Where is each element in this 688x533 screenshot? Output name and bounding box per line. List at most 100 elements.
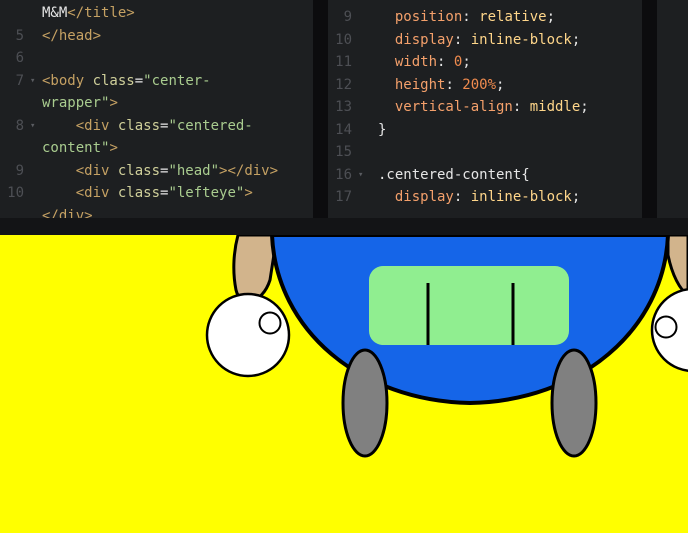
left-eye (205, 292, 291, 378)
code-token: ; (462, 54, 471, 70)
mm-character (205, 235, 688, 458)
code-token: "lefteye" (168, 185, 245, 201)
line-number: 8 (15, 117, 24, 134)
left-pupil (258, 311, 282, 335)
left-foot (341, 348, 389, 458)
line-number: 10 (335, 31, 352, 48)
css-code-line: 9 position: relative; (328, 6, 642, 29)
line-number: 7 (15, 72, 24, 89)
line-number: 9 (343, 9, 352, 25)
line-number: 14 (335, 121, 352, 138)
resize-divider[interactable] (0, 218, 688, 235)
css-code-line: 11 width: 0; (328, 51, 642, 74)
code-token: M&M (42, 5, 68, 21)
code-text: .centered-content{ (378, 164, 530, 187)
css-editor-pane[interactable]: 9 position: relative; 10 display: inline-… (328, 0, 642, 218)
html-code-line: M&M</title> (0, 2, 313, 25)
js-editor-pane[interactable] (657, 0, 688, 218)
fold-arrow-icon[interactable]: ▾ (358, 164, 363, 187)
line-number: 15 (335, 144, 352, 160)
code-token: inline-block (470, 189, 572, 205)
code-token: : (445, 76, 463, 93)
code-token: : (453, 31, 471, 48)
code-text: M&M</title> (42, 2, 135, 25)
code-token: > (244, 185, 253, 201)
code-text: <div class="head"></div> (42, 160, 278, 183)
code-token: position (378, 9, 463, 25)
code-token: : (437, 54, 454, 70)
code-text: </head> (42, 25, 101, 48)
fold-arrow-icon[interactable]: ▾ (30, 70, 35, 93)
code-token: : (462, 9, 480, 25)
right-arm (666, 235, 688, 297)
html-code-line: content"> (0, 137, 313, 160)
code-token: display (378, 31, 454, 48)
code-token: content" (42, 140, 110, 156)
css-code-line: 17 display: inline-block; (328, 186, 642, 209)
code-token: class (117, 117, 161, 134)
code-token: inline-block (470, 31, 572, 48)
html-code-line: 5 </head> (0, 25, 313, 48)
code-token: } (378, 121, 387, 138)
code-token: ; (571, 189, 581, 205)
css-code-line: 16 ▾ .centered-content{ (328, 164, 642, 187)
code-token: wrapper" (42, 95, 110, 111)
preview-pane (0, 235, 688, 533)
right-pupil (654, 315, 678, 339)
line-number: 9 (15, 162, 24, 179)
html-code-line: wrapper"> (0, 92, 313, 115)
code-token: </title> (67, 5, 135, 21)
code-text: wrapper"> (42, 92, 118, 115)
code-token: </div> (42, 207, 93, 219)
css-code-line: 12 height: 200%; (328, 74, 642, 97)
code-token: relative (479, 9, 547, 25)
code-text: vertical-align: middle; (378, 96, 589, 119)
code-token: <div (42, 117, 118, 134)
code-token: = (134, 72, 144, 89)
code-token: ; (571, 31, 581, 48)
code-text: <div class="centered- (42, 115, 253, 138)
code-token: 200% (462, 76, 497, 93)
mm-visor (369, 266, 569, 345)
code-token: </head> (42, 27, 102, 44)
html-editor-pane[interactable]: M&M</title> 5 </head> 6 7 ▾ <body class="cente… (0, 0, 313, 218)
fold-arrow-icon[interactable]: ▾ (30, 115, 35, 138)
code-text: height: 200%; (378, 74, 505, 97)
code-text: position: relative; (378, 6, 555, 29)
line-number: 11 (335, 54, 352, 70)
code-text: display: inline-block; (378, 29, 580, 52)
code-token: "head" (168, 162, 220, 179)
code-token: : (453, 189, 471, 205)
code-token: middle (529, 99, 581, 115)
code-token: <body (42, 72, 93, 89)
code-token: > (109, 95, 118, 111)
code-text: width: 0; (378, 51, 471, 74)
code-token: "center- (143, 72, 211, 89)
line-number: 16 (335, 166, 352, 183)
code-text: <div class="lefteye"> (42, 182, 253, 205)
code-text: content"> (42, 137, 118, 160)
css-code-line: 15 (328, 141, 642, 164)
code-token: > (109, 140, 118, 156)
html-code-line: 10 <div class="lefteye"> (0, 182, 313, 205)
line-number: 13 (335, 99, 352, 115)
right-foot (550, 348, 598, 458)
line-number: 6 (15, 50, 24, 66)
code-token: : (512, 99, 530, 115)
code-token: <div (42, 185, 118, 201)
html-code-line: 6 (0, 47, 313, 70)
html-code-line: 9 <div class="head"></div> (0, 160, 313, 183)
code-token: ></div> (219, 162, 279, 179)
code-editor: M&M</title> 5 </head> 6 7 ▾ <body class="cente… (0, 0, 688, 218)
code-token: class (117, 162, 161, 179)
code-text: } (378, 119, 386, 142)
line-number: 5 (15, 27, 24, 44)
html-code-line: 7 ▾ <body class="center- (0, 70, 313, 93)
line-number: 17 (335, 189, 352, 205)
code-text: <body class="center- (42, 70, 211, 93)
html-code-line: 8 ▾ <div class="centered- (0, 115, 313, 138)
code-token: ; (580, 99, 589, 115)
code-text: display: inline-block; (378, 186, 580, 209)
code-token: ; (546, 9, 556, 25)
css-code-line: 14} (328, 119, 642, 142)
